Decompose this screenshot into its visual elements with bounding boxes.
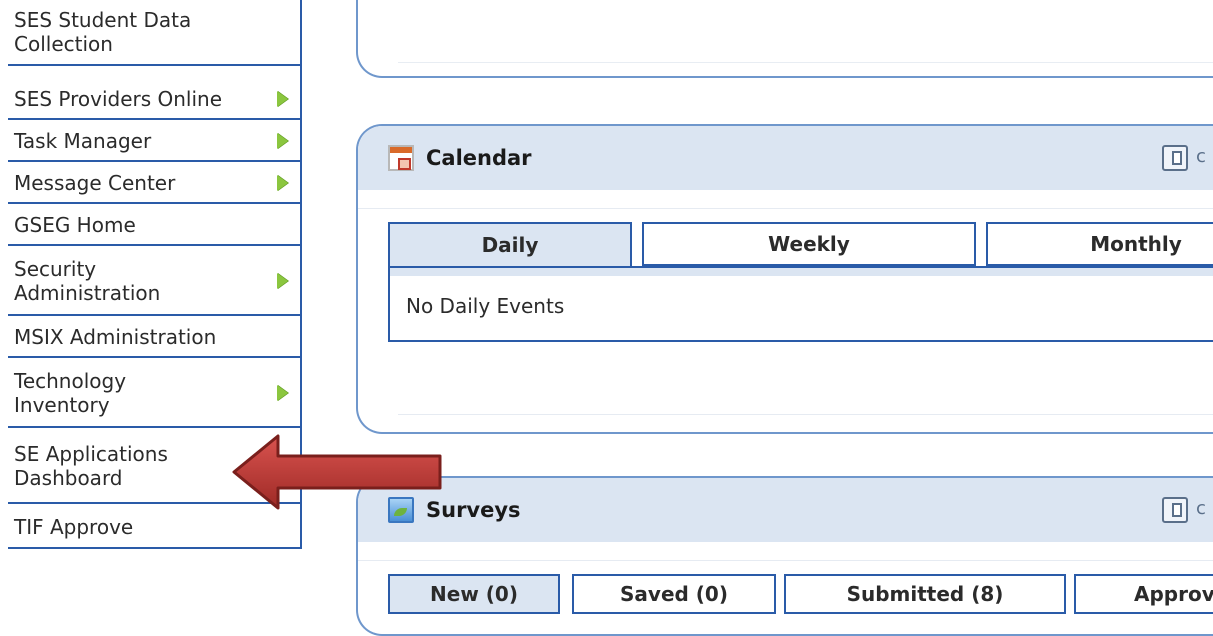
tab-weekly[interactable]: Weekly	[642, 222, 976, 266]
calendar-panel-header: Calendar c	[358, 126, 1213, 190]
top-panel	[356, 0, 1213, 78]
nav-item-gseg-home[interactable]: GSEG Home	[8, 206, 300, 246]
nav-item-label: Technology Inventory	[14, 369, 127, 417]
surveys-panel: Surveys c New (0) Saved (0) Submitted (8…	[356, 476, 1213, 636]
panel-divider	[358, 560, 1213, 561]
nav-item-label: SES Student Data Collection	[14, 8, 192, 56]
nav-item-label: MSIX Administration	[14, 325, 217, 349]
nav-item-label: GSEG Home	[14, 213, 136, 237]
calendar-panel: Calendar c Daily Weekly Monthly No Daily…	[356, 124, 1213, 434]
calendar-title: Calendar	[426, 146, 532, 170]
tab-saved[interactable]: Saved (0)	[572, 574, 776, 614]
panel-divider	[398, 62, 1213, 63]
panel-divider	[358, 208, 1213, 209]
nav-item-tif-approve[interactable]: TIF Approve	[8, 506, 300, 549]
tab-approved[interactable]: Approv	[1074, 574, 1213, 614]
submenu-arrow-icon	[277, 175, 288, 191]
calendar-icon	[388, 145, 414, 171]
submenu-arrow-icon	[277, 273, 288, 289]
nav-item-label: TIF Approve	[14, 514, 134, 539]
submenu-arrow-icon	[277, 91, 288, 107]
submenu-arrow-icon	[277, 385, 288, 401]
nav-item-label: SES Providers Online	[14, 87, 223, 111]
no-events-text: No Daily Events	[406, 294, 565, 318]
nav-item-ses-student-data-collection[interactable]: SES Student Data Collection	[8, 0, 300, 66]
nav-item-label: SE Applications Dashboard	[14, 442, 168, 490]
panel-options-glyph-icon: c	[1196, 146, 1206, 167]
nav-item-label: Message Center	[14, 171, 176, 195]
callout-arrow-icon	[232, 434, 442, 510]
nav-item-label: Task Manager	[14, 129, 152, 153]
nav-item-task-manager[interactable]: Task Manager	[8, 122, 300, 162]
surveys-tabs: New (0) Saved (0) Submitted (8) Approv	[388, 574, 1213, 618]
nav-item-ses-providers-online[interactable]: SES Providers Online	[8, 80, 300, 120]
nav-item-label: Security Administration	[14, 257, 161, 305]
nav-item-security-administration[interactable]: Security Administration	[8, 248, 300, 316]
nav-item-msix-administration[interactable]: MSIX Administration	[8, 318, 300, 358]
calendar-tab-content: No Daily Events	[388, 266, 1213, 342]
panel-divider	[398, 414, 1213, 415]
tab-monthly[interactable]: Monthly	[986, 222, 1213, 266]
submenu-arrow-icon	[277, 133, 288, 149]
calendar-tabs: Daily Weekly Monthly	[388, 222, 1213, 266]
tab-submitted[interactable]: Submitted (8)	[784, 574, 1066, 614]
surveys-panel-header: Surveys c	[358, 478, 1213, 542]
panel-options-icon[interactable]	[1162, 145, 1188, 171]
panel-options-glyph-icon: c	[1196, 498, 1206, 519]
panel-options-icon[interactable]	[1162, 497, 1188, 523]
tab-new[interactable]: New (0)	[388, 574, 560, 614]
tab-daily[interactable]: Daily	[388, 222, 632, 266]
nav-item-technology-inventory[interactable]: Technology Inventory	[8, 360, 300, 428]
nav-item-message-center[interactable]: Message Center	[8, 164, 300, 204]
